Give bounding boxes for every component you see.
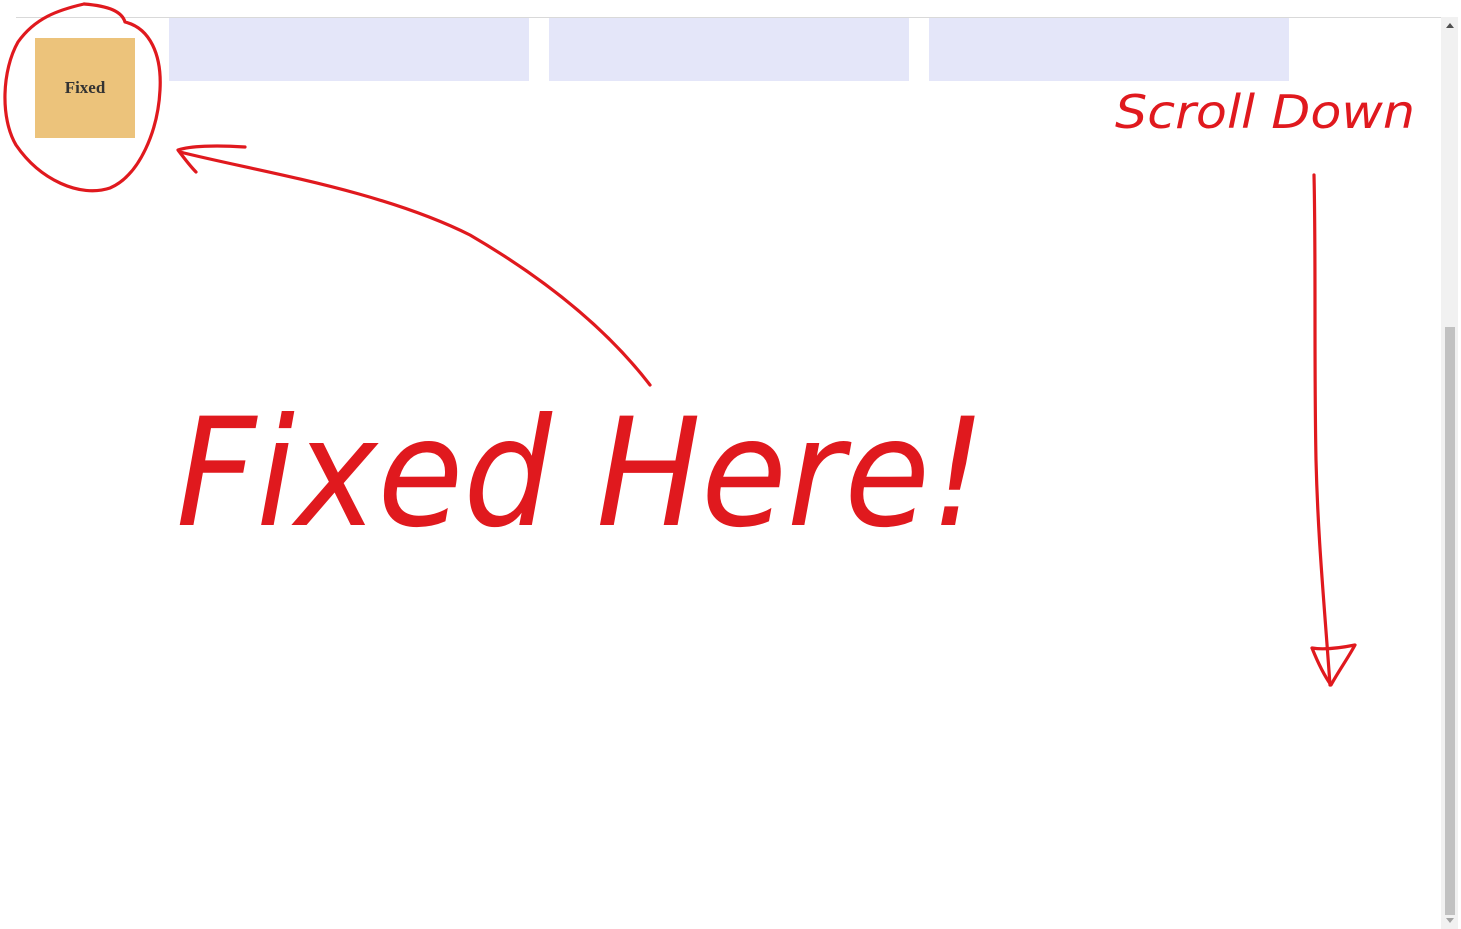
scroll-down-annotation: Scroll Down <box>1115 85 1415 139</box>
content-box-3 <box>929 18 1289 81</box>
vertical-scrollbar[interactable] <box>1441 17 1458 929</box>
fixed-box: Fixed <box>35 38 135 138</box>
down-arrow-head <box>1310 643 1357 687</box>
fixed-here-annotation: Fixed Here! <box>176 387 986 561</box>
scroll-down-arrow-icon[interactable] <box>1441 912 1458 929</box>
scrollbar-thumb[interactable] <box>1445 327 1455 915</box>
curved-arrow-head <box>176 144 247 174</box>
content-box-2 <box>549 18 909 81</box>
page-viewport: Fixed Scroll Down Fixed Here! <box>0 0 1461 929</box>
fixed-box-label: Fixed <box>64 78 106 97</box>
annotation-overlay: Scroll Down Fixed Here! <box>3 2 1415 687</box>
curved-arrow <box>178 150 652 387</box>
content-box-1 <box>169 18 529 81</box>
down-arrow-shaft <box>1312 173 1332 687</box>
scroll-up-arrow-icon[interactable] <box>1441 17 1458 34</box>
